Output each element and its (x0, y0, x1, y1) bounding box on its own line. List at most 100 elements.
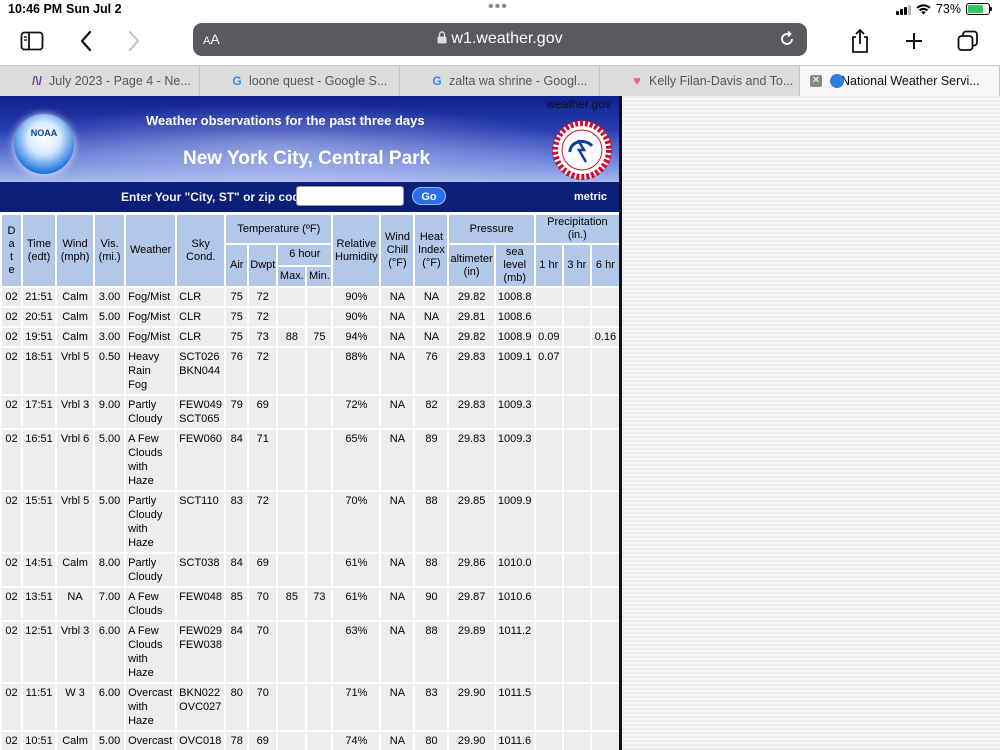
cell-sky-conditions: SCT038 (177, 554, 225, 586)
cell-time: 13:51 (23, 588, 56, 620)
noaa-logo[interactable]: NOAA (14, 114, 74, 174)
cell-air: 75 (226, 308, 248, 326)
new-tab-icon[interactable] (899, 26, 929, 56)
cell-relative-humidity: 74% (333, 732, 380, 750)
cell-precip-1hr (535, 684, 562, 730)
cell-weather-line: with (128, 653, 148, 665)
location-input[interactable] (296, 186, 404, 206)
cell-precip-3hr (563, 308, 590, 326)
cell-min (307, 288, 332, 306)
url-display[interactable]: w1.weather.gov (193, 30, 807, 48)
cell-heat-index: 83 (415, 684, 448, 730)
cell-precip-6hr (591, 348, 619, 394)
cell-visibility: 7.00 (95, 588, 125, 620)
go-button[interactable]: Go (412, 187, 446, 205)
site-link[interactable]: weather.gov (546, 97, 611, 111)
cell-dewpoint: 72 (249, 492, 277, 552)
cell-wind: Vrbl 5 (57, 348, 94, 394)
cell-sea-level: 1011.6 (495, 732, 534, 750)
cell-precip-3hr (563, 396, 590, 428)
cell-visibility: 6.00 (95, 684, 125, 730)
search-label: Enter Your "City, ST" or zip code (121, 190, 307, 204)
tab-kelly-filan-davis[interactable]: ♥ Kelly Filan-Davis and To... (600, 66, 800, 96)
cell-date: 02 (2, 348, 22, 394)
cell-wind-chill: NA (381, 430, 414, 490)
cell-relative-humidity: 90% (333, 308, 380, 326)
cell-precip-3hr (563, 288, 590, 306)
cell-time: 11:51 (23, 684, 56, 730)
nws-logo[interactable] (548, 118, 616, 180)
status-bar: 10:46 PM Sun Jul 2 ••• 73% (0, 0, 1000, 20)
cell-precip-3hr (563, 622, 590, 682)
cell-visibility: 5.00 (95, 308, 125, 326)
cell-weather-line: Clouds (128, 639, 163, 651)
cell-weather-line: Fog/Mist (128, 291, 171, 303)
cell-heat-index: NA (415, 308, 448, 326)
cell-weather-line: Partly (128, 557, 157, 569)
cell-heat-index: 80 (415, 732, 448, 750)
address-bar[interactable]: AAAA w1.weather.gov (193, 23, 807, 56)
cell-sky-conditions-line: BKN044 (179, 365, 221, 377)
cell-altimeter: 29.81 (449, 308, 494, 326)
cell-visibility: 5.00 (95, 492, 125, 552)
cell-date: 02 (2, 328, 22, 346)
cell-weather-line: A Few (128, 591, 159, 603)
tab-national-weather-service[interactable]: ✕ National Weather Servi... (800, 66, 1000, 96)
cell-air: 84 (226, 430, 248, 490)
cell-wind-chill: NA (381, 622, 414, 682)
cell-precip-1hr (535, 430, 562, 490)
sidebar-icon[interactable] (17, 26, 47, 56)
cell-date: 02 (2, 588, 22, 620)
cell-precip-3hr (563, 328, 590, 346)
cell-air: 85 (226, 588, 248, 620)
cell-wind-chill: NA (381, 288, 414, 306)
cell-relative-humidity: 65% (333, 430, 380, 490)
tab-zalta-wa-shrine[interactable]: G zalta wa shrine - Googl... (400, 66, 600, 96)
cell-precip-6hr (591, 396, 619, 428)
cell-air: 83 (226, 492, 248, 552)
cell-altimeter: 29.86 (449, 554, 494, 586)
cell-weather-line: Overcast (128, 735, 173, 747)
battery-percent: 73% (935, 2, 961, 16)
cell-sky-conditions: CLR (177, 328, 225, 346)
cell-time: 21:51 (23, 288, 56, 306)
forward-icon[interactable] (119, 26, 149, 56)
cell-precip-3hr (563, 348, 590, 394)
cell-dewpoint: 70 (249, 622, 277, 682)
cell-sky-conditions: SCT026 BKN044 (177, 348, 225, 394)
cell-relative-humidity: 63% (333, 622, 380, 682)
cell-sea-level: 1008.8 (495, 288, 534, 306)
tab-loone-quest[interactable]: G loone quest - Google S... (200, 66, 400, 96)
cell-weather-line: Cloudy (128, 509, 163, 521)
browser-toolbar: AAAA w1.weather.gov (0, 20, 1000, 62)
cell-wind-chill: NA (381, 588, 414, 620)
header-pressure: Pressure (449, 215, 534, 243)
tab-bar: /\/ July 2023 - Page 4 - Ne... G loone q… (0, 65, 1000, 96)
close-tab-icon[interactable]: ✕ (810, 75, 822, 87)
noaa-logo-text: NOAA (30, 128, 58, 138)
share-icon[interactable] (845, 26, 875, 56)
station-title: New York City, Central Park (183, 148, 431, 169)
cell-air: 75 (226, 328, 248, 346)
cell-weather-line: with (128, 701, 148, 713)
cell-sky-conditions-line: CLR (179, 291, 202, 303)
cell-max (278, 288, 306, 306)
cell-precip-1hr (535, 554, 562, 586)
cell-air: 78 (226, 732, 248, 750)
metric-link[interactable]: metric (574, 191, 607, 203)
tab-overview-icon[interactable] (953, 26, 983, 56)
reload-icon[interactable] (777, 29, 797, 49)
cell-sea-level: 1009.1 (495, 348, 534, 394)
back-icon[interactable] (71, 26, 101, 56)
cell-time: 15:51 (23, 492, 56, 552)
table-row: 02 15:51 Vrbl 5 5.00 Partly Cloudy with Haze SCT… (2, 492, 619, 552)
cell-sea-level: 1009.3 (495, 396, 534, 428)
cell-weather-line: Heavy (128, 351, 160, 363)
cell-min (307, 622, 332, 682)
cell-heat-index: 76 (415, 348, 448, 394)
cell-sky-conditions: CLR (177, 288, 225, 306)
tab-july-2023[interactable]: /\/ July 2023 - Page 4 - Ne... (0, 66, 200, 96)
multitasking-dots-icon[interactable]: ••• (488, 0, 508, 15)
cell-weather: A Few Clouds (126, 588, 176, 620)
cell-altimeter: 29.83 (449, 396, 494, 428)
